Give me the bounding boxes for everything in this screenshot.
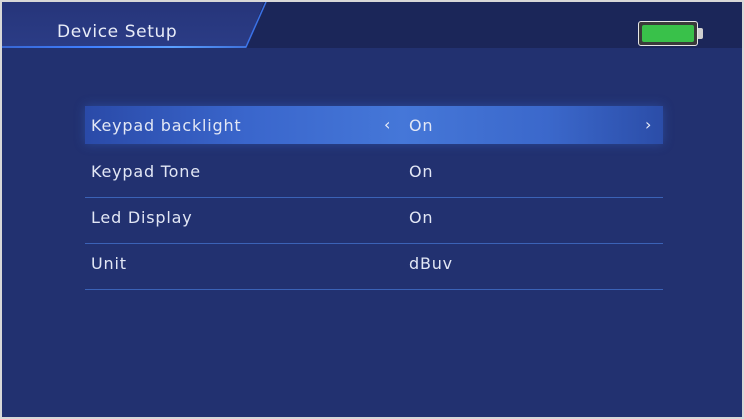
menu-item-label: Keypad Tone xyxy=(91,162,201,181)
device-screen: Device Setup Keypad backlight ‹ On › Key… xyxy=(2,2,742,417)
battery-body xyxy=(638,21,698,46)
battery-tip xyxy=(698,28,703,39)
menu-item-value: On xyxy=(409,208,434,227)
title-tab-underline xyxy=(2,46,246,48)
menu-item-label: Keypad backlight xyxy=(91,116,242,135)
page-title: Device Setup xyxy=(57,22,178,42)
menu-item-value: On xyxy=(409,116,434,135)
settings-menu: Keypad backlight ‹ On › Keypad Tone On L… xyxy=(85,106,663,290)
chevron-right-icon[interactable]: › xyxy=(645,115,651,135)
battery-fill xyxy=(642,25,694,42)
menu-item-value: On xyxy=(409,162,434,181)
menu-item-label: Led Display xyxy=(91,208,193,227)
menu-item-label: Unit xyxy=(91,254,127,273)
menu-row-keypad-backlight[interactable]: Keypad backlight ‹ On › xyxy=(85,106,663,152)
menu-row-unit[interactable]: Unit dBuv xyxy=(85,244,663,290)
battery-icon xyxy=(638,21,703,48)
chevron-left-icon[interactable]: ‹ xyxy=(384,115,390,135)
menu-row-led-display[interactable]: Led Display On xyxy=(85,198,663,244)
header-bar: Device Setup xyxy=(2,2,742,48)
menu-row-keypad-tone[interactable]: Keypad Tone On xyxy=(85,152,663,198)
menu-item-value: dBuv xyxy=(409,254,453,273)
